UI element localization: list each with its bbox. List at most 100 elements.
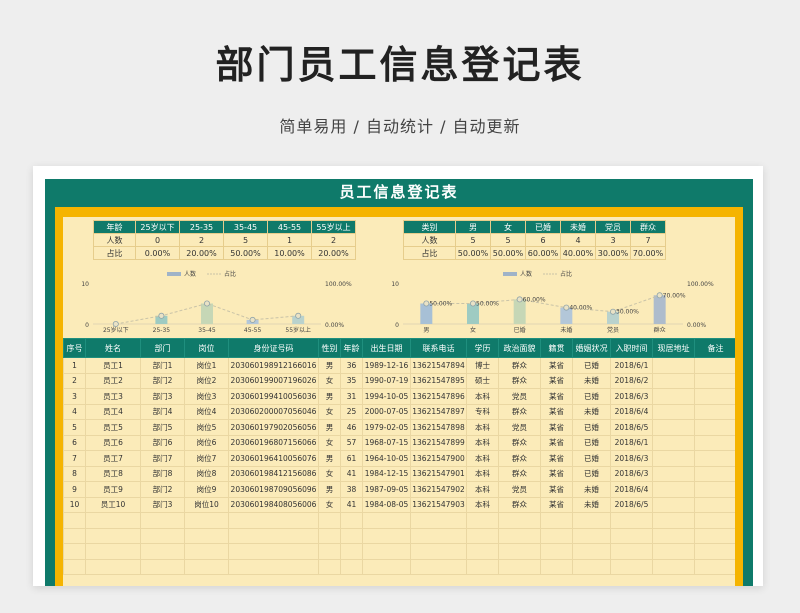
table-cell[interactable]: 员工8 <box>85 465 141 482</box>
empty-cell[interactable] <box>572 527 611 544</box>
table-cell[interactable]: 31 <box>340 388 363 405</box>
table-cell[interactable]: 本科 <box>466 481 499 498</box>
table-cell[interactable]: 岗位2 <box>184 372 229 389</box>
table-cell[interactable]: 9 <box>63 481 86 498</box>
empty-cell[interactable] <box>410 512 467 529</box>
table-cell[interactable] <box>652 357 695 374</box>
table-cell[interactable]: 13621547903 <box>410 496 467 513</box>
table-cell[interactable]: 2018/6/1 <box>610 434 653 451</box>
table-cell[interactable]: 部门3 <box>140 388 185 405</box>
table-cell[interactable] <box>694 481 735 498</box>
empty-cell[interactable] <box>652 527 695 544</box>
table-cell[interactable]: 203060199007196026 <box>228 372 319 389</box>
table-cell[interactable]: 已婚 <box>572 388 611 405</box>
table-cell[interactable]: 群众 <box>498 450 541 467</box>
table-cell[interactable]: 203060198412156086 <box>228 465 319 482</box>
table-cell[interactable]: 某省 <box>540 357 573 374</box>
table-cell[interactable]: 1987-09-05 <box>362 481 411 498</box>
table-cell[interactable]: 员工7 <box>85 450 141 467</box>
table-cell[interactable]: 41 <box>340 465 363 482</box>
table-cell[interactable]: 已婚 <box>572 434 611 451</box>
table-cell[interactable]: 岗位8 <box>184 465 229 482</box>
table-cell[interactable]: 5 <box>63 419 86 436</box>
table-cell[interactable]: 党员 <box>498 388 541 405</box>
table-cell[interactable]: 某省 <box>540 450 573 467</box>
table-cell[interactable]: 2018/6/3 <box>610 465 653 482</box>
table-cell[interactable]: 3 <box>63 388 86 405</box>
empty-cell[interactable] <box>498 558 541 575</box>
table-cell[interactable]: 1 <box>63 357 86 374</box>
empty-cell[interactable] <box>318 527 341 544</box>
table-cell[interactable]: 未婚 <box>572 403 611 420</box>
table-cell[interactable]: 某省 <box>540 481 573 498</box>
empty-cell[interactable] <box>572 558 611 575</box>
table-cell[interactable]: 女 <box>318 434 341 451</box>
empty-cell[interactable] <box>610 527 653 544</box>
empty-cell[interactable] <box>184 543 229 560</box>
empty-cell[interactable] <box>694 543 735 560</box>
table-cell[interactable]: 13621547895 <box>410 372 467 389</box>
table-cell[interactable]: 已婚 <box>572 419 611 436</box>
empty-cell[interactable] <box>610 558 653 575</box>
table-cell[interactable]: 2018/6/5 <box>610 419 653 436</box>
table-cell[interactable] <box>694 434 735 451</box>
table-cell[interactable]: 已婚 <box>572 357 611 374</box>
table-cell[interactable]: 硕士 <box>466 372 499 389</box>
table-cell[interactable]: 部门5 <box>140 419 185 436</box>
table-cell[interactable]: 某省 <box>540 496 573 513</box>
table-cell[interactable]: 2 <box>63 372 86 389</box>
table-cell[interactable]: 13621547899 <box>410 434 467 451</box>
table-cell[interactable] <box>652 372 695 389</box>
table-cell[interactable]: 已婚 <box>572 450 611 467</box>
empty-cell[interactable] <box>362 512 411 529</box>
table-cell[interactable]: 岗位10 <box>184 496 229 513</box>
empty-cell[interactable] <box>140 527 185 544</box>
table-cell[interactable]: 1968-07-15 <box>362 434 411 451</box>
empty-cell[interactable] <box>410 543 467 560</box>
table-cell[interactable]: 某省 <box>540 419 573 436</box>
table-cell[interactable]: 13621547894 <box>410 357 467 374</box>
table-cell[interactable]: 57 <box>340 434 363 451</box>
empty-cell[interactable] <box>362 558 411 575</box>
empty-cell[interactable] <box>318 558 341 575</box>
empty-cell[interactable] <box>340 512 363 529</box>
table-cell[interactable]: 员工2 <box>85 372 141 389</box>
table-cell[interactable]: 46 <box>340 419 363 436</box>
empty-cell[interactable] <box>410 558 467 575</box>
empty-cell[interactable] <box>63 527 86 544</box>
table-cell[interactable]: 2018/6/2 <box>610 372 653 389</box>
empty-cell[interactable] <box>228 527 319 544</box>
table-cell[interactable]: 员工3 <box>85 388 141 405</box>
table-cell[interactable] <box>652 434 695 451</box>
table-cell[interactable]: 61 <box>340 450 363 467</box>
table-cell[interactable]: 员工10 <box>85 496 141 513</box>
empty-cell[interactable] <box>184 527 229 544</box>
table-cell[interactable] <box>694 388 735 405</box>
table-cell[interactable] <box>694 465 735 482</box>
table-cell[interactable]: 岗位7 <box>184 450 229 467</box>
table-cell[interactable]: 本科 <box>466 496 499 513</box>
empty-cell[interactable] <box>140 543 185 560</box>
table-cell[interactable] <box>652 465 695 482</box>
table-cell[interactable]: 群众 <box>498 403 541 420</box>
table-cell[interactable] <box>694 419 735 436</box>
table-cell[interactable]: 专科 <box>466 403 499 420</box>
table-cell[interactable]: 2018/6/3 <box>610 450 653 467</box>
empty-cell[interactable] <box>610 512 653 529</box>
empty-cell[interactable] <box>228 543 319 560</box>
empty-cell[interactable] <box>228 512 319 529</box>
table-cell[interactable]: 岗位4 <box>184 403 229 420</box>
table-cell[interactable]: 部门7 <box>140 450 185 467</box>
table-cell[interactable]: 员工6 <box>85 434 141 451</box>
table-cell[interactable]: 男 <box>318 481 341 498</box>
table-cell[interactable]: 1984-12-15 <box>362 465 411 482</box>
table-cell[interactable]: 男 <box>318 357 341 374</box>
table-cell[interactable]: 女 <box>318 465 341 482</box>
table-cell[interactable] <box>694 372 735 389</box>
table-cell[interactable]: 2018/6/4 <box>610 403 653 420</box>
table-cell[interactable]: 38 <box>340 481 363 498</box>
empty-cell[interactable] <box>540 543 573 560</box>
empty-cell[interactable] <box>694 558 735 575</box>
table-cell[interactable]: 某省 <box>540 434 573 451</box>
empty-cell[interactable] <box>340 543 363 560</box>
